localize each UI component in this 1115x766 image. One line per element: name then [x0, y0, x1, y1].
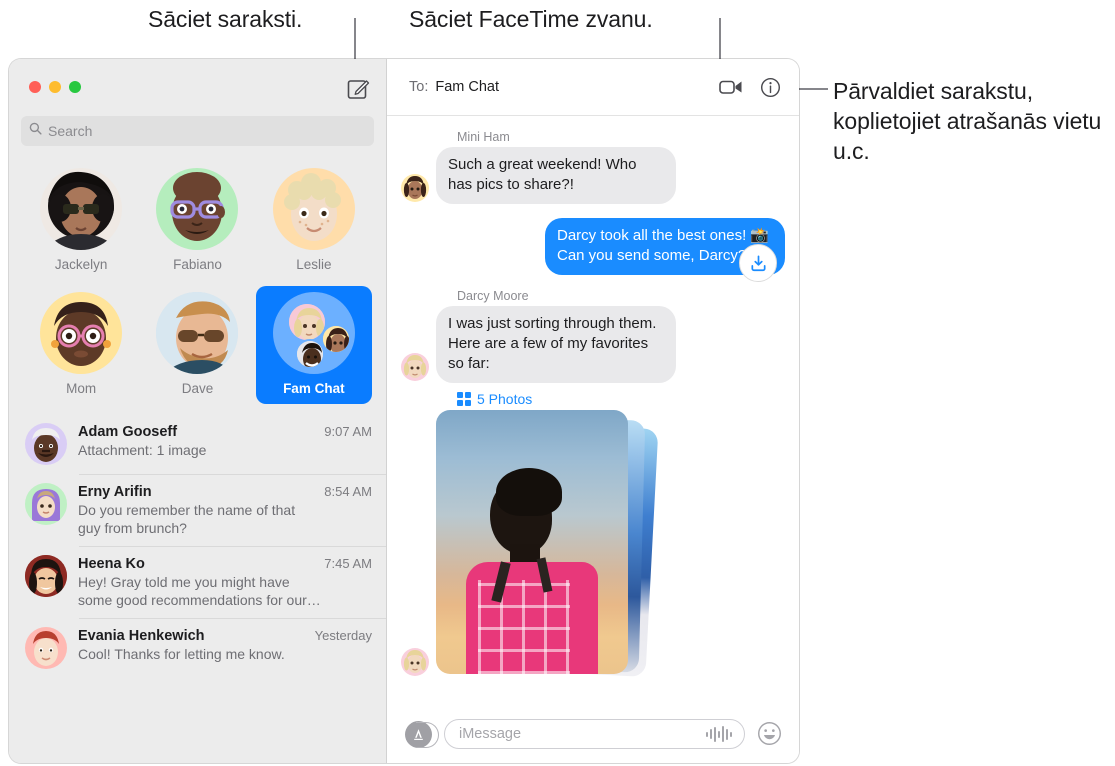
audio-waveform-icon[interactable]: [706, 726, 732, 742]
pinned-label: Leslie: [296, 257, 332, 272]
conversation-time: 9:07 AM: [324, 424, 372, 439]
conversation-row[interactable]: Heena Ko 7:45 AM Hey! Gray told me you m…: [9, 546, 386, 618]
conversation-body: Evania Henkewich Yesterday Cool! Thanks …: [78, 627, 372, 663]
conversation-name: Erny Arifin: [78, 484, 152, 500]
avatar: [272, 168, 355, 250]
conversation-snippet: Cool! Thanks for letting me know.: [78, 646, 285, 662]
pinned-label: Fam Chat: [283, 381, 345, 396]
photo-subject: [466, 468, 598, 674]
attachment-label-row[interactable]: 5 Photos: [457, 391, 785, 407]
conversation-body: Erny Arifin 8:54 AM Do you remember the …: [78, 483, 372, 537]
message-thread: Mini Ham Such a great weekend! Who has p…: [387, 116, 799, 705]
conversation-snippet: Hey! Gray told me you might have some go…: [78, 574, 321, 608]
conversation-name: Evania Henkewich: [78, 628, 205, 644]
pinned-jackelyn[interactable]: Jackelyn: [23, 162, 139, 280]
grid-icon: [457, 392, 471, 406]
conversation-name: Adam Gooseff: [78, 424, 178, 440]
pinned-fam-chat[interactable]: Fam Chat: [255, 286, 372, 404]
pinned-label: Mom: [66, 381, 97, 396]
pinned-leslie[interactable]: Leslie: [256, 162, 372, 280]
avatar: [401, 353, 429, 381]
message-input-bar: iMessage: [387, 705, 799, 763]
conversation-header: To: Fam Chat: [387, 59, 799, 116]
pinned-label: Jackelyn: [54, 257, 108, 272]
avatar: [156, 292, 239, 374]
callout-facetime-label: Sāciet FaceTime zvanu.: [409, 6, 653, 32]
photo-attachment-stack[interactable]: [436, 410, 659, 680]
imessage-input[interactable]: iMessage: [444, 719, 745, 749]
avatar: [40, 168, 123, 250]
pinned-dave[interactable]: Dave: [139, 286, 255, 404]
pinned-fabiano[interactable]: Fabiano: [139, 162, 255, 280]
avatar: [401, 648, 429, 676]
messages-window: Search Jackelyn Fabiano Leslie Mom Dave …: [9, 59, 799, 763]
conversation-snippet: Attachment: 1 image: [78, 442, 207, 458]
traffic-lights: [29, 81, 81, 93]
attachment-count-label: 5 Photos: [477, 391, 533, 407]
group-avatar: [272, 292, 355, 374]
photo-stack-layer-1: [436, 410, 628, 674]
conversation-time: Yesterday: [314, 628, 372, 643]
compose-icon[interactable]: [346, 77, 370, 101]
conversation-snippet: Do you remember the name of that guy fro…: [78, 502, 296, 536]
titlebar: [9, 59, 386, 116]
download-icon[interactable]: [739, 244, 777, 282]
group-member-2: [320, 324, 351, 354]
message-row-incoming: I was just sorting through them. Here ar…: [401, 306, 785, 383]
conversation-row[interactable]: Erny Arifin 8:54 AM Do you remember the …: [9, 474, 386, 546]
conversation-body: Heena Ko 7:45 AM Hey! Gray told me you m…: [78, 555, 372, 609]
search-icon: [29, 122, 42, 140]
conversation-row[interactable]: Adam Gooseff 9:07 AM Attachment: 1 image: [9, 414, 386, 474]
conversation-body: Adam Gooseff 9:07 AM Attachment: 1 image: [78, 423, 372, 459]
video-camera-icon[interactable]: [719, 78, 743, 96]
avatar: [40, 292, 123, 374]
pinned-label: Fabiano: [173, 257, 222, 272]
attachment-row: [401, 244, 785, 680]
search-placeholder: Search: [48, 123, 93, 139]
conversation-time: 8:54 AM: [324, 484, 372, 499]
conversation-pane: To: Fam Chat Mini Ham Such a great weeke…: [387, 59, 799, 763]
callout-details-label: Pārvaldiet sarakstu, koplietojiet atraša…: [833, 78, 1102, 164]
recipient-name[interactable]: Fam Chat: [435, 79, 499, 95]
avatar: [401, 174, 429, 202]
callout-compose-label: Sāciet saraksti.: [148, 6, 303, 32]
avatar: [25, 627, 67, 669]
avatar: [25, 555, 67, 597]
conversation-list: Adam Gooseff 9:07 AM Attachment: 1 image: [9, 414, 386, 678]
message-bubble[interactable]: Such a great weekend! Who has pics to sh…: [436, 147, 676, 204]
pinned-grid: Jackelyn Fabiano Leslie Mom Dave Fam Cha…: [9, 162, 386, 404]
pinned-mom[interactable]: Mom: [23, 286, 139, 404]
conversation-time: 7:45 AM: [324, 556, 372, 571]
sidebar: Search Jackelyn Fabiano Leslie Mom Dave …: [9, 59, 387, 763]
minimize-button[interactable]: [49, 81, 61, 93]
message-row-incoming: Such a great weekend! Who has pics to sh…: [401, 147, 785, 204]
search-input[interactable]: Search: [21, 116, 374, 146]
avatar: [25, 423, 67, 465]
message-sender: Darcy Moore: [457, 289, 529, 303]
zoom-button[interactable]: [69, 81, 81, 93]
conversation-row[interactable]: Evania Henkewich Yesterday Cool! Thanks …: [9, 618, 386, 678]
conversation-name: Heena Ko: [78, 556, 145, 572]
info-icon[interactable]: [760, 77, 781, 98]
avatar: [25, 483, 67, 525]
smiley-face-icon[interactable]: [757, 721, 783, 747]
app-store-icon[interactable]: [405, 720, 439, 748]
pinned-label: Dave: [181, 381, 214, 396]
screenshot-root: Sāciet saraksti. Sāciet FaceTime zvanu. …: [0, 0, 1115, 766]
to-label: To:: [409, 79, 429, 95]
close-button[interactable]: [29, 81, 41, 93]
imessage-placeholder: iMessage: [459, 726, 522, 742]
group-member-3: [294, 339, 325, 369]
message-bubble[interactable]: I was just sorting through them. Here ar…: [436, 306, 676, 383]
message-sender: Mini Ham: [457, 130, 510, 144]
avatar: [156, 168, 239, 250]
message-row-outgoing: Darcy took all the best ones! 📸 Can you …: [401, 218, 785, 275]
